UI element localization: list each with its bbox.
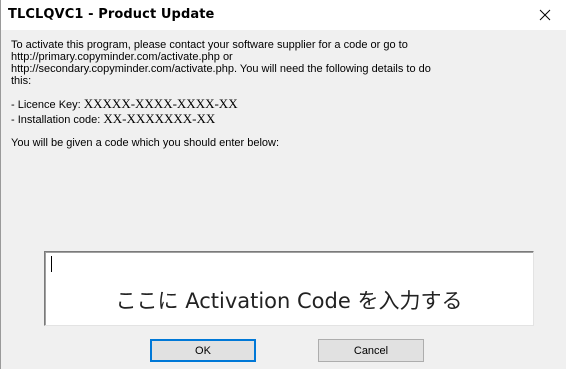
licence-key-label: - Licence Key: [11,99,84,111]
licence-key-row: - Licence Key: XXXXX-XXXX-XXXX-XX [11,96,238,112]
window-title: TLCLQVC1 - Product Update [8,7,215,22]
activation-code-text: ここに Activation Code を入力する [115,289,463,313]
installation-code-value: XX-XXXXXXX-XX [103,111,216,126]
primary-url-line: http://primary.copyminder.com/activate.p… [11,51,233,63]
title-bar[interactable]: TLCLQVC1 - Product Update [1,0,566,30]
licence-key-value: XXXXX-XXXX-XXXX-XX [83,96,238,111]
installation-code-row: - Installation code: XX-XXXXXXX-XX [11,111,215,127]
installation-code-label: - Installation code: [11,114,104,126]
text-caret [51,256,52,272]
product-update-dialog: TLCLQVC1 - Product Update To activate th… [0,0,566,369]
secondary-url-line: http://secondary.copyminder.com/activate… [11,63,431,75]
ok-button[interactable]: OK [150,339,256,362]
instructions-line: To activate this program, please contact… [11,39,408,51]
dialog-body: To activate this program, please contact… [1,30,566,369]
enter-code-prompt: You will be given a code which you shoul… [11,137,280,149]
close-icon [539,9,551,21]
cancel-button[interactable]: Cancel [318,339,424,362]
instructions-line: this: [11,75,32,87]
activation-code-input[interactable]: ここに Activation Code を入力する [44,251,534,326]
close-button[interactable] [523,0,566,30]
instructions-text: To activate this program, please contact… [11,39,551,87]
